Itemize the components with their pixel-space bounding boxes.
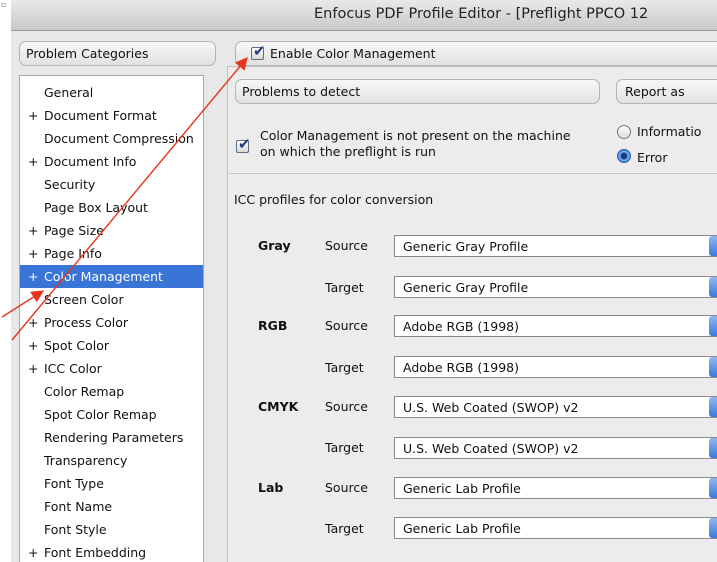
annotation-arrow-to-category [1, 290, 45, 318]
annotation-arrow-to-checkbox [11, 57, 248, 341]
annotation-arrows [1, 57, 248, 341]
